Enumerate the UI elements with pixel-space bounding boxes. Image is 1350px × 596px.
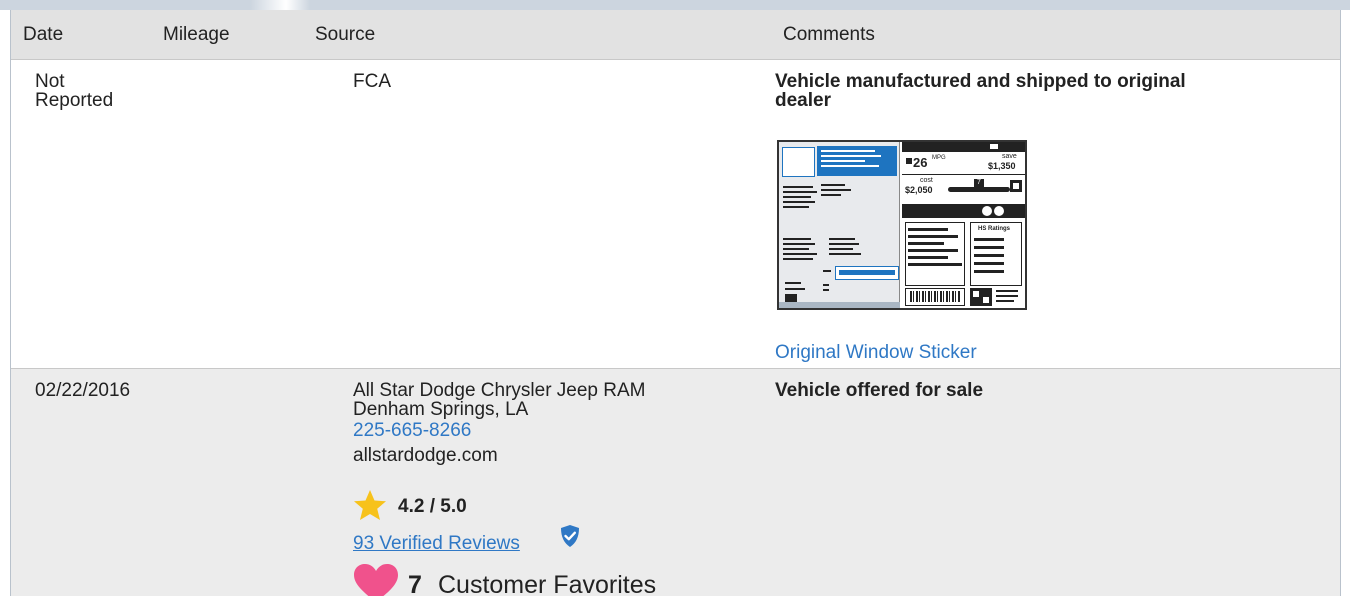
row-comment: Vehicle manufactured and shipped to orig…: [775, 71, 1186, 111]
sticker-save-label: save: [1002, 153, 1017, 160]
sticker-ratings-label: HS Ratings: [978, 226, 1011, 232]
sticker-mpg-value: 26: [913, 155, 928, 170]
dealer-location: Denham Springs, LA: [353, 399, 529, 420]
sticker-rating-value: 7: [977, 179, 981, 186]
verified-shield-icon: [561, 525, 579, 547]
original-window-sticker-link[interactable]: Original Window Sticker: [775, 343, 977, 362]
row-comment: Vehicle offered for sale: [775, 380, 984, 401]
row-date: Not Reported: [35, 71, 114, 111]
table-row: Not Reported FCA Vehicle manufactured an…: [11, 60, 1340, 369]
sticker-cost-amount: $2,050: [905, 185, 933, 195]
dealer-name: All Star Dodge Chrysler Jeep RAM: [353, 380, 646, 401]
sticker-cost-label: cost: [920, 177, 933, 184]
row-source: FCA: [353, 71, 391, 92]
heart-icon: [354, 564, 398, 596]
sticker-save-amount: $1,350: [988, 161, 1016, 171]
top-banner-image-edge: [250, 0, 310, 10]
header-mileage: Mileage: [163, 24, 230, 45]
verified-reviews-link[interactable]: 93 Verified Reviews: [353, 533, 520, 555]
header-comments: Comments: [783, 24, 875, 45]
header-source: Source: [315, 24, 376, 45]
sticker-left-panel: [779, 142, 900, 308]
table-header-row: Date Mileage Source Comments: [11, 10, 1340, 60]
rating-value: 4.2 / 5.0: [398, 496, 467, 517]
window-sticker-thumbnail[interactable]: 26 MPG save $1,350 cost $2,050 7 HS Rati…: [777, 140, 1027, 310]
sticker-mpg-unit: MPG: [932, 155, 946, 161]
dealer-phone-link[interactable]: 225-665-8266: [353, 421, 773, 440]
top-banner-strip: [0, 0, 1350, 10]
header-date: Date: [23, 24, 64, 45]
favorites-label: Customer Favorites: [438, 571, 657, 596]
dealer-website: allstardodge.com: [353, 445, 498, 466]
star-icon: [354, 490, 386, 520]
sticker-right-panel: 26 MPG save $1,350 cost $2,050 7 HS Rati…: [902, 142, 1025, 308]
row-date: 02/22/2016: [35, 380, 131, 401]
favorites-count: 7: [408, 571, 422, 596]
table-row: 02/22/2016 All Star Dodge Chrysler Jeep …: [11, 369, 1340, 596]
vehicle-history-table: Date Mileage Source Comments Not Reporte…: [10, 10, 1341, 596]
